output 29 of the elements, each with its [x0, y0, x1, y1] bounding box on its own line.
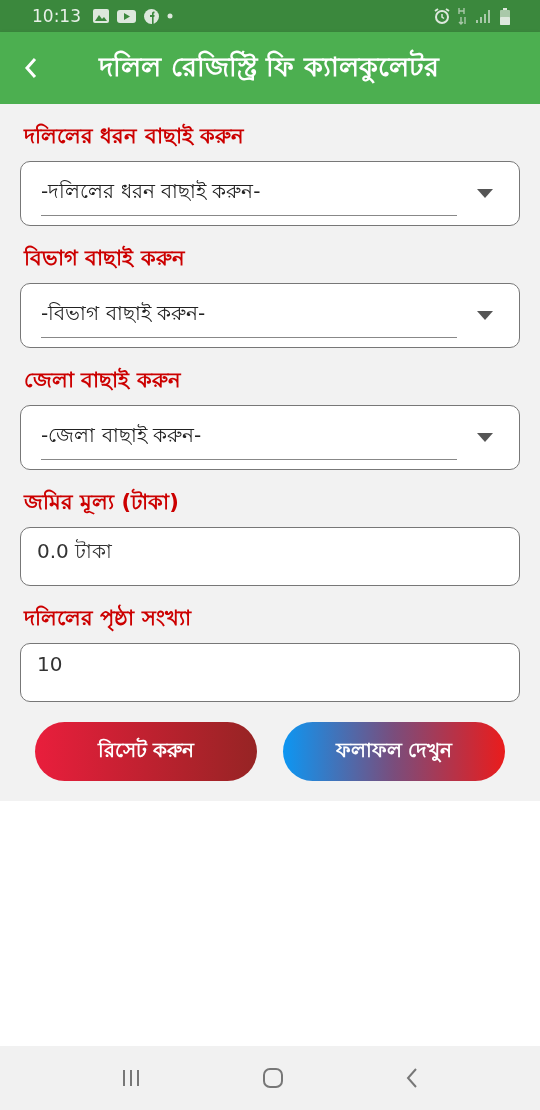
field-label: দলিলের ধরন বাছাই করুন	[24, 122, 246, 150]
dot-icon	[167, 13, 173, 19]
battery-icon	[500, 7, 510, 25]
app-title: দলিল রেজিস্ট্রি ফি ক্যালকুলেটর	[97, 48, 441, 86]
status-time: 10:13	[32, 6, 81, 26]
field-label: জেলা বাছাই করুন	[24, 366, 183, 394]
field-label: দলিলের পৃষ্ঠা সংখ্যা	[24, 603, 193, 634]
data-arrows-icon	[458, 7, 468, 25]
input-field[interactable]: 0.0 টাকা	[20, 527, 520, 586]
field-label: জমির মূল্য (টাকা)	[24, 487, 180, 517]
field-label: বিভাগ বাছাই করুন	[24, 244, 187, 272]
dropdown-field[interactable]: -জেলা বাছাই করুন-	[20, 405, 520, 470]
dropdown-arrow-icon	[477, 189, 493, 198]
home-button[interactable]	[262, 1067, 284, 1089]
play-icon	[117, 9, 136, 23]
dropdown-arrow-icon	[477, 433, 493, 442]
dropdown-arrow-icon	[477, 311, 493, 320]
reset-button[interactable]: রিসেট করুন	[35, 722, 257, 781]
image-icon	[93, 9, 109, 23]
chevron-left-icon	[24, 57, 38, 79]
recent-apps-button[interactable]	[120, 1068, 141, 1088]
input-field[interactable]: 10	[20, 643, 520, 702]
result-button[interactable]: ফলাফল দেখুন	[283, 722, 505, 781]
circle-f-icon	[144, 8, 159, 24]
back-nav-button[interactable]	[405, 1067, 420, 1089]
dropdown-field[interactable]: -দলিলের ধরন বাছাই করুন-	[20, 161, 520, 226]
dropdown-field[interactable]: -বিভাগ বাছাই করুন-	[20, 283, 520, 348]
alarm-icon	[434, 8, 450, 24]
signal-icon	[476, 9, 492, 23]
